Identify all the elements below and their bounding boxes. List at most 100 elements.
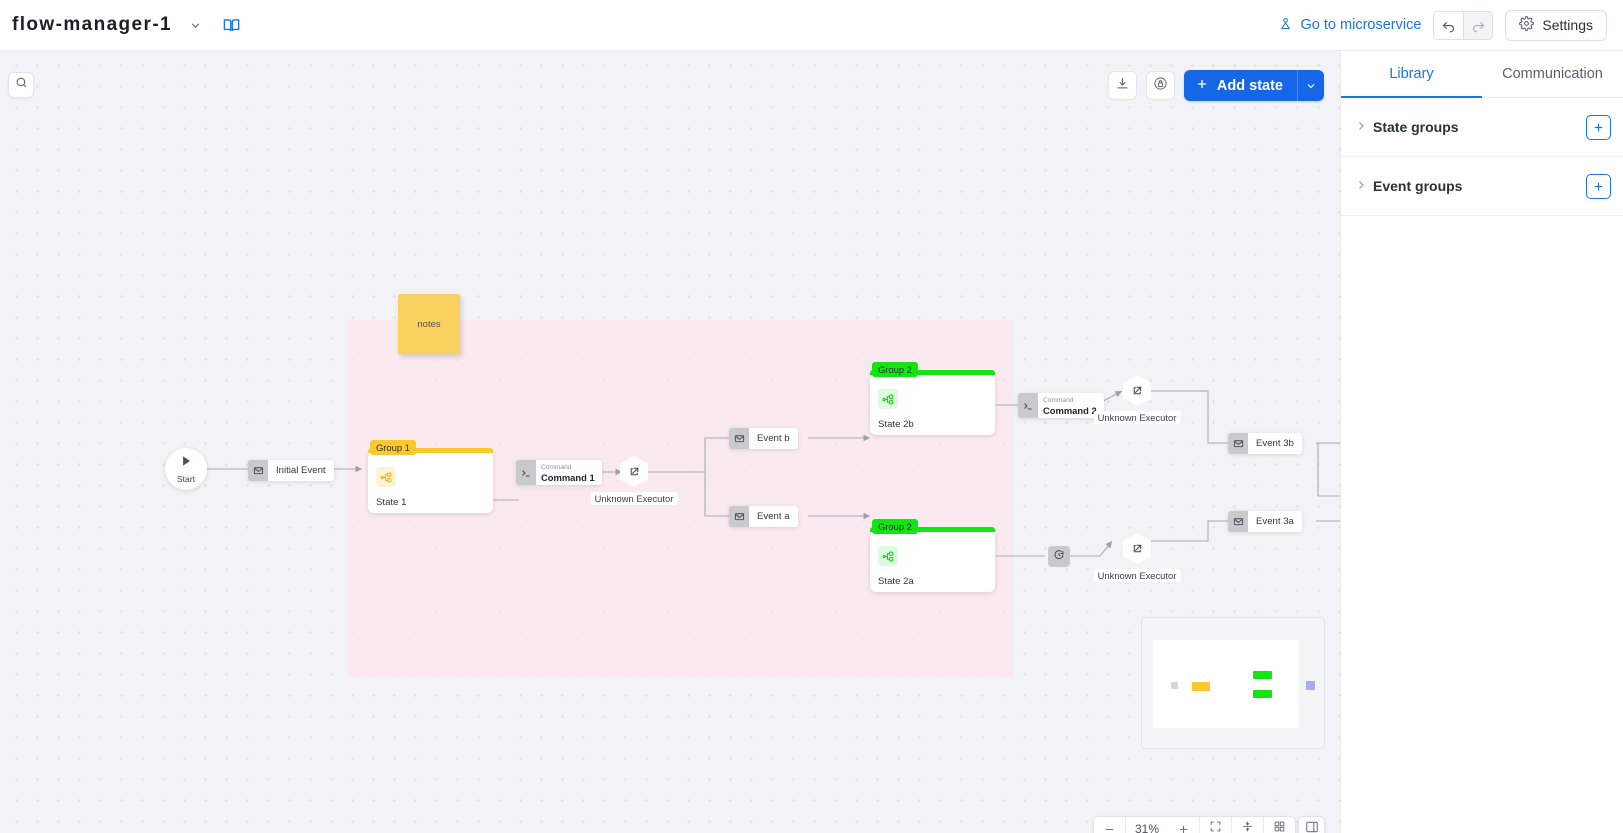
executor-node-2[interactable]: Unknown Executor xyxy=(1093,375,1181,424)
settings-button[interactable]: Settings xyxy=(1505,9,1607,41)
zoom-out-button[interactable] xyxy=(1094,817,1126,833)
sticky-note-text: notes xyxy=(417,318,441,330)
tab-library[interactable]: Library xyxy=(1341,51,1482,98)
grid-layout-button[interactable] xyxy=(1264,817,1295,833)
play-icon xyxy=(179,454,193,473)
align-center-button[interactable] xyxy=(1232,817,1265,833)
section-label: Event groups xyxy=(1373,178,1463,194)
minimap[interactable] xyxy=(1141,617,1325,749)
undo-redo-group xyxy=(1433,10,1494,40)
executor-label: Unknown Executor xyxy=(590,492,678,505)
title-chevron-down-icon[interactable] xyxy=(184,14,206,36)
event-chip-event-a[interactable]: Event a xyxy=(729,506,798,527)
add-state-group-button[interactable] xyxy=(1586,114,1611,140)
event-label: Event 3a xyxy=(1248,511,1302,532)
flow-canvas[interactable]: Add state notes Start Initial Event Grou… xyxy=(0,51,1340,833)
command-chip-command-2[interactable]: Command Command 2 xyxy=(1018,393,1104,418)
header-right: Go to microservice Settings xyxy=(1278,9,1623,41)
state-card-state-2a[interactable]: Group 2 State 2a xyxy=(870,519,995,592)
event-label: Initial Event xyxy=(268,460,334,481)
command-chip-body: Command Command 1 xyxy=(536,460,602,485)
app-root: flow-manager-1 Go to microservice Settin… xyxy=(0,0,1623,833)
state-group-badge: Group 2 xyxy=(872,362,918,377)
state-node-icon xyxy=(878,389,898,409)
app-header: flow-manager-1 Go to microservice Settin… xyxy=(0,0,1623,51)
book-icon[interactable] xyxy=(218,12,244,38)
header-left: flow-manager-1 xyxy=(0,12,244,38)
tab-communication[interactable]: Communication xyxy=(1482,51,1623,97)
executor-node-3[interactable]: Unknown Executor xyxy=(1093,533,1181,582)
state-card-name: State 2b xyxy=(878,419,914,430)
state-group-badge: Group 2 xyxy=(872,519,918,534)
align-center-icon xyxy=(1241,820,1254,833)
external-link-icon xyxy=(1123,375,1151,406)
flow-edges xyxy=(207,390,1340,557)
section-label: State groups xyxy=(1373,119,1459,135)
envelope-icon xyxy=(1228,433,1248,454)
event-chip-initial[interactable]: Initial Event xyxy=(248,460,334,481)
executor-label: Unknown Executor xyxy=(1093,569,1181,582)
minimap-node xyxy=(1306,681,1315,690)
page-title: flow-manager-1 xyxy=(12,14,173,35)
event-label: Event a xyxy=(749,506,798,527)
undo-button[interactable] xyxy=(1433,10,1464,40)
event-chip-event-3b[interactable]: Event 3b xyxy=(1228,433,1302,454)
command-chip-command-1[interactable]: Command Command 1 xyxy=(516,460,602,485)
section-event-groups[interactable]: Event groups xyxy=(1341,157,1623,216)
command-name-label: Command 1 xyxy=(541,471,595,483)
command-name-label: Command 2 xyxy=(1043,404,1097,416)
executor-label: Unknown Executor xyxy=(1093,411,1181,424)
minimap-node xyxy=(1253,671,1272,679)
executor-node-1[interactable]: Unknown Executor xyxy=(590,456,678,505)
panel-toggle-button[interactable] xyxy=(1298,816,1325,833)
chevron-right-icon[interactable] xyxy=(1355,179,1373,194)
state-card-state-1[interactable]: Group 1 State 1 xyxy=(368,440,493,513)
right-panel: Library Communication State groups Event… xyxy=(1340,51,1623,833)
timer-icon xyxy=(1053,548,1065,566)
grid-layout-icon xyxy=(1273,820,1286,833)
envelope-icon xyxy=(248,460,268,481)
event-label: Event 3b xyxy=(1248,433,1302,454)
add-event-group-button[interactable] xyxy=(1586,173,1611,199)
external-link-icon xyxy=(1123,533,1151,564)
envelope-icon xyxy=(729,428,749,449)
sticky-note[interactable]: notes xyxy=(398,294,460,354)
state-node-icon xyxy=(878,546,898,566)
right-panel-tabs: Library Communication xyxy=(1341,51,1623,98)
event-chip-event-b[interactable]: Event b xyxy=(729,428,798,449)
external-link-icon xyxy=(620,456,648,487)
zoom-in-button[interactable] xyxy=(1168,817,1201,833)
settings-label: Settings xyxy=(1542,17,1593,33)
command-kind-label: Command xyxy=(1043,396,1074,404)
panel-toggle-icon xyxy=(1305,820,1319,833)
event-chip-event-3a[interactable]: Event 3a xyxy=(1228,511,1302,532)
chevron-right-icon[interactable] xyxy=(1355,120,1373,135)
minimap-node xyxy=(1192,682,1210,691)
state-card-name: State 1 xyxy=(376,497,407,508)
zoom-level-label: 31% xyxy=(1135,822,1160,833)
zoom-toolbar: 31% xyxy=(1093,816,1297,833)
gear-icon xyxy=(1519,16,1535,34)
start-node[interactable]: Start xyxy=(165,448,207,490)
minimap-viewport[interactable] xyxy=(1153,640,1299,728)
timer-chip[interactable] xyxy=(1048,546,1070,567)
terminal-icon xyxy=(516,460,536,485)
state-card-name: State 2a xyxy=(878,576,914,587)
microservice-icon xyxy=(1278,16,1293,35)
start-node-label: Start xyxy=(176,474,196,484)
command-kind-label: Command xyxy=(541,463,572,471)
go-to-microservice-link[interactable]: Go to microservice xyxy=(1278,16,1422,35)
state-group-badge: Group 1 xyxy=(370,440,416,455)
minimap-node xyxy=(1171,682,1178,689)
state-card-state-2b[interactable]: Group 2 State 2b xyxy=(870,362,995,435)
envelope-icon xyxy=(729,506,749,527)
fit-screen-icon xyxy=(1209,820,1222,833)
state-node-icon xyxy=(376,467,396,487)
section-state-groups[interactable]: State groups xyxy=(1341,98,1623,157)
redo-button[interactable] xyxy=(1463,10,1494,40)
event-label: Event b xyxy=(749,428,798,449)
fit-screen-button[interactable] xyxy=(1200,817,1233,833)
go-to-microservice-label: Go to microservice xyxy=(1300,17,1422,33)
envelope-icon xyxy=(1228,511,1248,532)
terminal-icon xyxy=(1018,393,1038,418)
